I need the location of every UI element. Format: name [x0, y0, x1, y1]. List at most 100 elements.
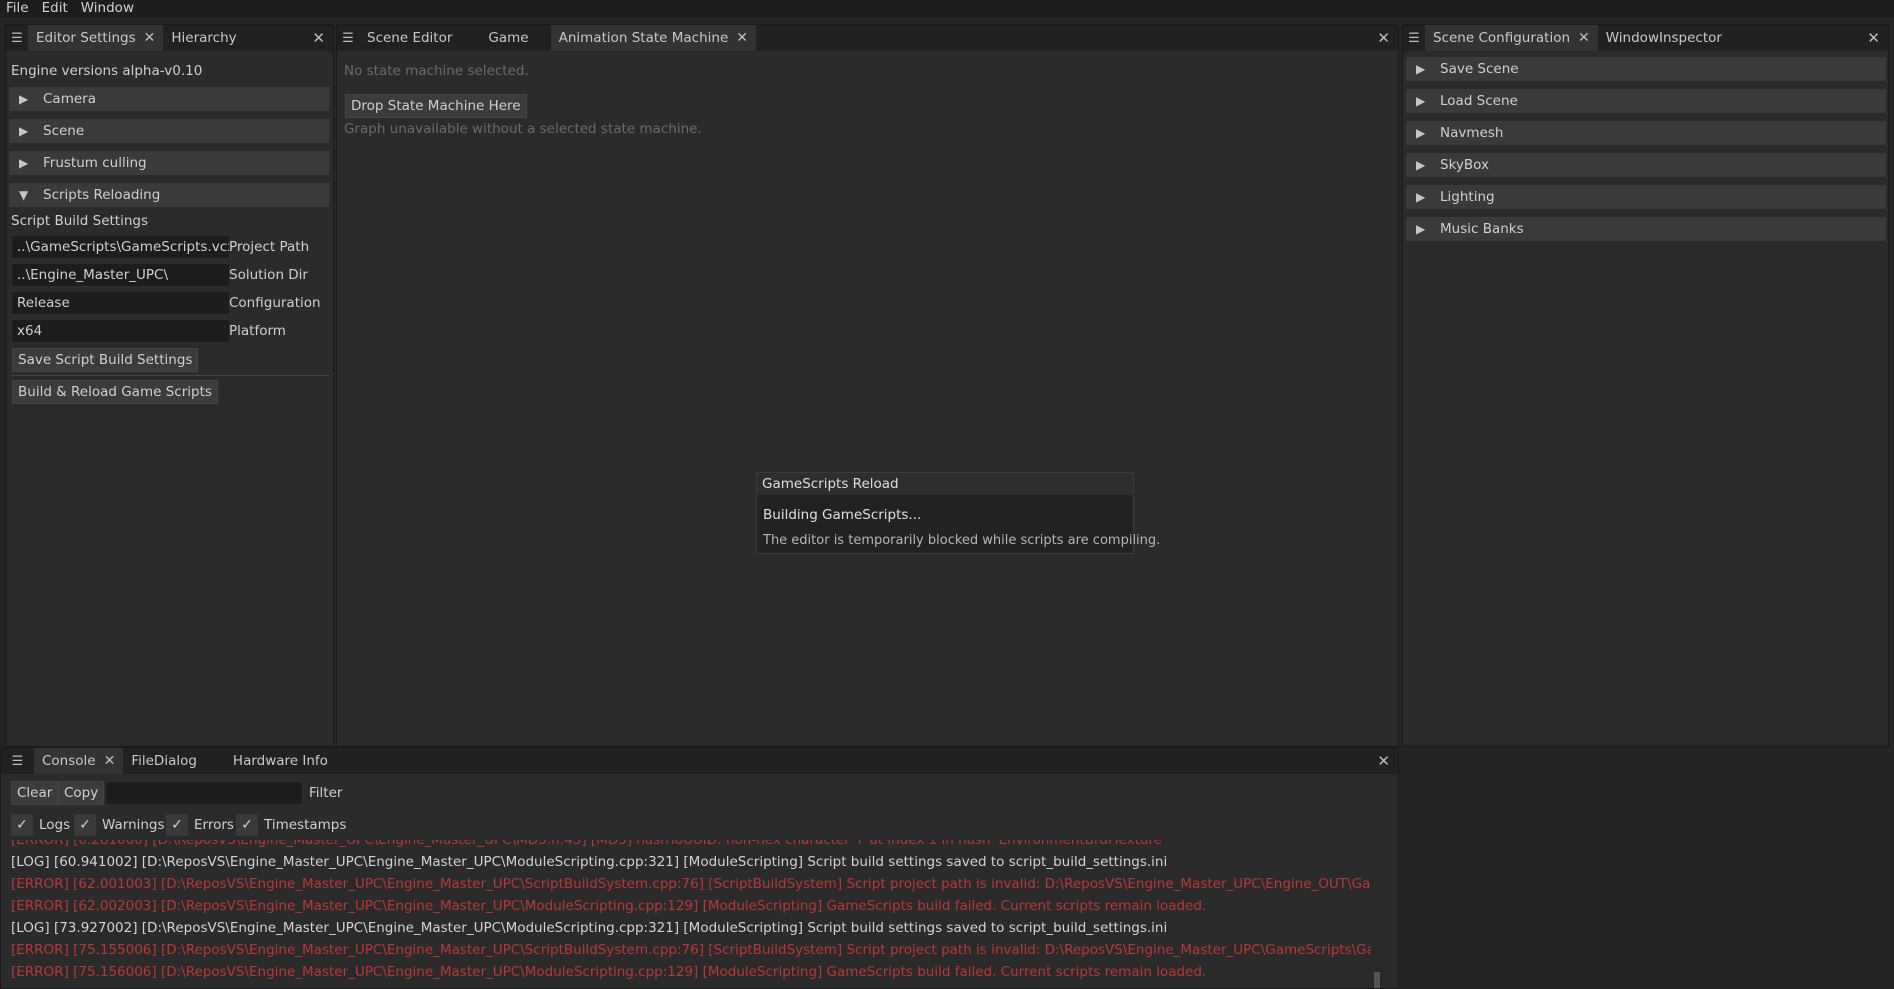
checkbox-label: Errors [194, 817, 234, 833]
tab-label: FileDialog [131, 753, 197, 769]
warnings-checkbox[interactable]: ✓ Warnings [74, 813, 165, 837]
console-log[interactable]: [ERROR] [0.281000] [D:\ReposVS\Engine_Ma… [1, 840, 1383, 988]
dock-menu-icon[interactable]: ☰ [1, 748, 34, 774]
caret-right-icon: ▶ [19, 156, 29, 170]
section-music-banks[interactable]: ▶ Music Banks [1406, 217, 1886, 241]
close-icon[interactable]: ✕ [104, 753, 116, 769]
caret-right-icon: ▶ [1416, 94, 1426, 108]
tab-scene-configuration[interactable]: Scene Configuration ✕ [1425, 25, 1598, 51]
tab-label: Scene Configuration [1433, 30, 1571, 46]
tab-hardware-info[interactable]: Hardware Info [205, 748, 336, 774]
caret-right-icon: ▶ [1416, 126, 1426, 140]
checkbox-label: Warnings [102, 817, 165, 833]
section-label: Scripts Reloading [43, 187, 161, 203]
engine-version: Engine versions alpha-v0.10 [11, 63, 203, 79]
tab-label: Animation State Machine [558, 30, 729, 46]
timestamps-checkbox[interactable]: ✓ Timestamps [236, 813, 346, 837]
log-line: [LOG] [60.941002] [D:\ReposVS\Engine_Mas… [11, 854, 1168, 870]
log-line: [ERROR] [75.155006] [D:\ReposVS\Engine_M… [11, 942, 1383, 958]
no-state-machine-message: No state machine selected. [344, 63, 529, 79]
close-icon[interactable]: ✕ [1867, 30, 1880, 46]
tab-editor-settings[interactable]: Editor Settings ✕ [28, 25, 164, 51]
tab-file-dialog[interactable]: FileDialog [123, 748, 205, 774]
menu-window[interactable]: Window [81, 0, 134, 17]
build-reload-game-scripts-button[interactable]: Build & Reload Game Scripts [12, 380, 218, 404]
log-line: [ERROR] [62.002003] [D:\ReposVS\Engine_M… [11, 898, 1207, 914]
save-script-build-settings-button[interactable]: Save Script Build Settings [12, 348, 199, 372]
errors-checkbox[interactable]: ✓ Errors [166, 813, 234, 837]
caret-right-icon: ▶ [1416, 158, 1426, 172]
dock-menu-icon[interactable]: ☰ [1403, 25, 1425, 51]
divider [11, 375, 329, 376]
caret-right-icon: ▶ [19, 92, 29, 106]
tab-hierarchy[interactable]: Hierarchy [163, 25, 244, 51]
center-tab-bar: ☰ Scene Editor Game Animation State Mach… [337, 25, 1398, 51]
menu-edit[interactable]: Edit [42, 0, 68, 17]
close-icon[interactable]: ✕ [144, 30, 156, 46]
tab-label: Scene Editor [367, 30, 453, 46]
section-label: Lighting [1440, 189, 1495, 205]
tab-label: Editor Settings [36, 30, 136, 46]
modal-title: GameScripts Reload [757, 473, 1133, 495]
project-path-label: Project Path [229, 239, 310, 255]
project-path-input[interactable]: ..\GameScripts\GameScripts.vcxproj [11, 235, 230, 259]
solution-dir-label: Solution Dir [229, 267, 308, 283]
checkbox-label: Timestamps [264, 817, 347, 833]
log-line: [ERROR] [0.281000] [D:\ReposVS\Engine_Ma… [11, 840, 1166, 848]
configuration-input[interactable]: Release [11, 291, 230, 315]
section-label: Load Scene [1440, 93, 1518, 109]
tab-console[interactable]: Console ✕ [34, 748, 124, 774]
section-load-scene[interactable]: ▶ Load Scene [1406, 89, 1886, 113]
section-label: Navmesh [1440, 125, 1504, 141]
section-scene[interactable]: ▶ Scene [9, 119, 329, 143]
gamescripts-reload-modal: GameScripts Reload Building GameScripts.… [756, 472, 1160, 554]
close-icon[interactable]: ✕ [1578, 30, 1590, 46]
script-build-settings-title: Script Build Settings [11, 213, 148, 229]
close-icon[interactable]: ✕ [312, 30, 325, 46]
solution-dir-input[interactable]: ..\Engine_Master_UPC\ [11, 263, 230, 287]
filter-input[interactable] [105, 781, 303, 805]
clear-button[interactable]: Clear [11, 781, 59, 805]
menu-bar: File Edit Window [0, 0, 1894, 17]
editor-settings-panel: ☰ Editor Settings ✕ Hierarchy ✕ Engine v… [5, 24, 334, 747]
scrollbar-thumb[interactable] [1374, 972, 1380, 988]
animation-state-machine-panel: ☰ Scene Editor Game Animation State Mach… [336, 24, 1399, 747]
right-tab-bar: ☰ Scene Configuration ✕ WindowInspector [1403, 25, 1888, 51]
section-save-scene[interactable]: ▶ Save Scene [1406, 57, 1886, 81]
drop-state-machine-button[interactable]: Drop State Machine Here [345, 94, 527, 118]
section-label: Music Banks [1440, 221, 1524, 237]
logs-checkbox[interactable]: ✓ Logs [11, 813, 70, 837]
menu-file[interactable]: File [6, 0, 29, 17]
copy-button[interactable]: Copy [58, 781, 105, 805]
log-line: [LOG] [73.927002] [D:\ReposVS\Engine_Mas… [11, 920, 1168, 936]
configuration-label: Configuration [229, 295, 321, 311]
console-scrollbar[interactable] [1371, 840, 1383, 988]
close-icon[interactable]: ✕ [1377, 30, 1390, 46]
tab-label: Hierarchy [171, 30, 237, 46]
console-panel: ☰ Console ✕ FileDialog Hardware Info ✕ C… [0, 747, 1399, 989]
checkmark-icon: ✓ [74, 814, 96, 836]
platform-label: Platform [229, 323, 286, 339]
caret-down-icon: ▼ [19, 188, 29, 202]
close-icon[interactable]: ✕ [736, 30, 748, 46]
section-scripts-reloading[interactable]: ▼ Scripts Reloading [9, 183, 329, 207]
graph-unavailable-message: Graph unavailable without a selected sta… [344, 121, 702, 137]
tab-game[interactable]: Game [460, 25, 536, 51]
section-navmesh[interactable]: ▶ Navmesh [1406, 121, 1886, 145]
platform-input[interactable]: x64 [11, 319, 230, 343]
section-frustum-culling[interactable]: ▶ Frustum culling [9, 151, 329, 175]
section-label: Scene [43, 123, 85, 139]
section-camera[interactable]: ▶ Camera [9, 87, 329, 111]
section-lighting[interactable]: ▶ Lighting [1406, 185, 1886, 209]
section-skybox[interactable]: ▶ SkyBox [1406, 153, 1886, 177]
caret-right-icon: ▶ [1416, 190, 1426, 204]
tab-window-inspector[interactable]: WindowInspector [1598, 25, 1730, 51]
dock-menu-icon[interactable]: ☰ [337, 25, 359, 51]
dock-menu-icon[interactable]: ☰ [6, 25, 28, 51]
close-icon[interactable]: ✕ [1377, 753, 1390, 769]
filter-label: Filter [309, 785, 343, 801]
tab-label: Hardware Info [232, 753, 328, 769]
tab-scene-editor[interactable]: Scene Editor [359, 25, 460, 51]
tab-animation-state-machine[interactable]: Animation State Machine ✕ [550, 25, 756, 51]
console-tab-bar: ☰ Console ✕ FileDialog Hardware Info [1, 748, 1398, 774]
